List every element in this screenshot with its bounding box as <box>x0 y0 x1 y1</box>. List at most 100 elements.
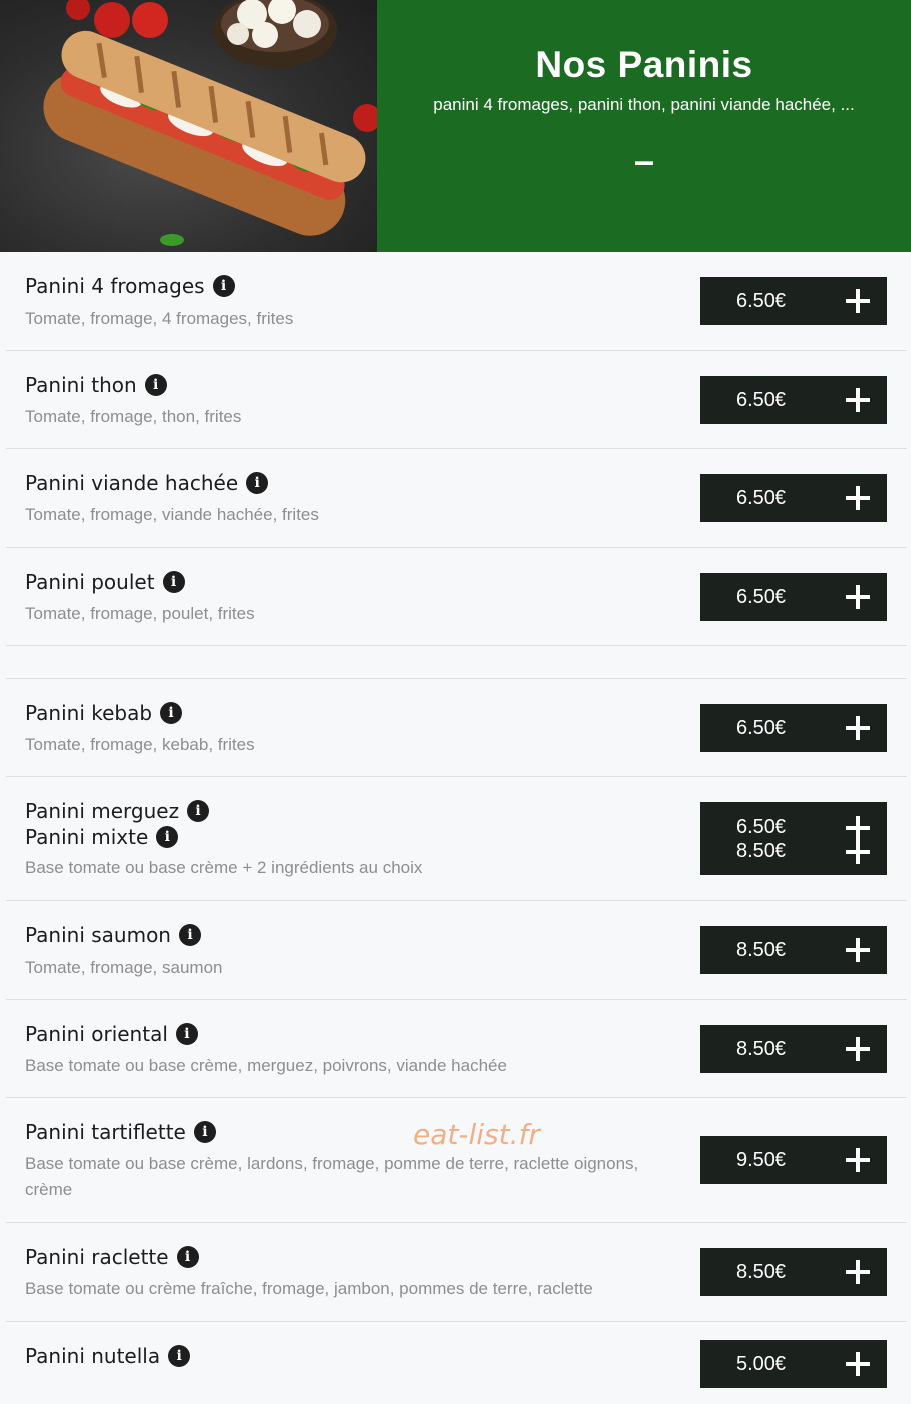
add-to-cart-button[interactable]: 6.50€ <box>700 704 887 752</box>
item-description: Tomate, fromage, kebab, frites <box>25 735 255 754</box>
info-icon[interactable]: i <box>212 275 235 297</box>
item-title: Panini viande hachée i <box>25 471 269 495</box>
item-name: Panini raclette <box>25 1245 169 1269</box>
plus-icon <box>846 1148 870 1172</box>
add-to-cart-button[interactable]: 6.50€ <box>700 277 887 325</box>
plus-icon <box>846 816 870 840</box>
menu-item: Panini 4 fromages i Tomate, fromage, 4 f… <box>6 252 907 351</box>
plus-icon <box>846 938 870 962</box>
category-banner: Nos Paninis panini 4 fromages, panini th… <box>377 0 911 252</box>
item-price: 6.50€ <box>736 289 787 312</box>
item-title: Panini oriental i <box>25 1022 198 1046</box>
info-icon[interactable]: i <box>179 924 201 946</box>
add-to-cart-button[interactable]: 6.50€ <box>700 573 887 621</box>
add-to-cart-button[interactable]: 6.50€ 8.50€ <box>700 802 887 875</box>
add-to-cart-button[interactable]: 8.50€ <box>700 926 887 974</box>
item-name: Panini viande hachée <box>25 471 239 495</box>
item-description: Base tomate ou base crème, merguez, poiv… <box>25 1056 507 1075</box>
add-to-cart-button[interactable]: 6.50€ <box>700 474 887 522</box>
category-title: Nos Paninis <box>535 44 753 85</box>
menu-item: Panini saumon i Tomate, fromage, saumon … <box>6 901 907 1000</box>
add-to-cart-button[interactable]: 8.50€ <box>700 1248 887 1296</box>
plus-icon <box>846 1037 870 1061</box>
item-description: Tomate, fromage, 4 fromages, frites <box>25 309 294 328</box>
item-name: Panini 4 fromages <box>25 274 205 298</box>
item-title: Panini poulet i <box>25 570 185 594</box>
item-price: 8.50€ <box>736 1260 787 1283</box>
plus-icon <box>846 585 870 609</box>
item-price: 8.50€ <box>736 1037 787 1060</box>
item-price: 6.50€ <box>736 486 787 509</box>
menu-item: Panini viande hachée i Tomate, fromage, … <box>6 449 907 548</box>
collapse-toggle[interactable]: – <box>377 140 911 182</box>
info-icon[interactable]: i <box>144 374 167 396</box>
menu-item: Panini thon i Tomate, fromage, thon, fri… <box>6 351 907 449</box>
section-spacer <box>6 646 907 679</box>
item-description: Base tomate ou crème fraîche, fromage, j… <box>25 1279 593 1298</box>
info-icon[interactable]: i <box>187 800 210 822</box>
item-price: 6.50€ <box>736 585 787 608</box>
item-title: Panini merguez i <box>25 799 210 823</box>
item-title: Panini tartiflette i <box>25 1120 216 1144</box>
item-name: Panini nutella <box>25 1344 161 1368</box>
item-price: 8.50€ <box>736 840 796 863</box>
info-icon[interactable]: i <box>160 702 183 724</box>
info-icon[interactable]: i <box>156 826 179 848</box>
item-description: Base tomate ou base crème + 2 ingrédient… <box>25 858 423 877</box>
plus-icon <box>846 1260 870 1284</box>
hero-image <box>0 0 377 252</box>
item-description: Tomate, fromage, viande hachée, frites <box>25 505 319 524</box>
item-name: Panini poulet <box>25 570 155 594</box>
item-price: 9.50€ <box>736 1148 787 1171</box>
add-to-cart-button[interactable]: 8.50€ <box>700 1025 887 1073</box>
menu-item: Panini oriental i Base tomate ou base cr… <box>6 1000 907 1098</box>
info-icon[interactable]: i <box>175 1023 198 1045</box>
item-name: Panini kebab <box>25 701 153 725</box>
item-price: 8.50€ <box>736 938 787 961</box>
item-name: Panini oriental <box>25 1022 168 1046</box>
watermark: eat-list.fr <box>413 1118 540 1151</box>
info-icon[interactable]: i <box>193 1121 216 1143</box>
menu-item: Panini merguez i Panini mixte i Base tom… <box>6 777 907 901</box>
add-to-cart-button[interactable]: 9.50€ <box>700 1136 887 1184</box>
item-name: Panini tartiflette <box>25 1120 186 1144</box>
item-title: Panini thon i <box>25 373 167 397</box>
info-icon[interactable]: i <box>162 571 185 593</box>
plus-icon <box>846 289 870 313</box>
item-price: 6.50€ <box>736 388 787 411</box>
plus-icon <box>846 716 870 740</box>
item-description: Base tomate ou base crème, lardons, from… <box>25 1154 639 1199</box>
menu-item: Panini kebab i Tomate, fromage, kebab, f… <box>6 679 907 777</box>
item-title: Panini nutella i <box>25 1344 191 1368</box>
item-name: Panini thon <box>25 373 137 397</box>
plus-icon <box>846 388 870 412</box>
item-title: Panini raclette i <box>25 1245 199 1269</box>
menu-item: Panini poulet i Tomate, fromage, poulet,… <box>6 548 907 646</box>
info-icon[interactable]: i <box>246 472 269 494</box>
info-icon[interactable]: i <box>168 1345 191 1367</box>
menu-item: Panini tartiflette i Base tomate ou base… <box>6 1098 907 1223</box>
item-title: Panini kebab i <box>25 701 183 725</box>
item-price: 6.50€ <box>736 716 787 739</box>
plus-icon <box>846 840 870 864</box>
menu-item: Panini nutella i 5.00€ <box>6 1322 907 1404</box>
item-description: Tomate, fromage, thon, frites <box>25 407 242 426</box>
category-subtitle: panini 4 fromages, panini thon, panini v… <box>433 95 855 114</box>
plus-icon <box>846 486 870 510</box>
category-header: Nos Paninis panini 4 fromages, panini th… <box>0 0 911 252</box>
info-icon[interactable]: i <box>176 1246 199 1268</box>
item-name: Panini saumon <box>25 923 171 947</box>
plus-icon <box>846 1352 870 1376</box>
item-name: Panini merguez <box>25 799 180 823</box>
item-price: 5.00€ <box>736 1352 787 1375</box>
item-title: Panini 4 fromages i <box>25 274 235 298</box>
add-to-cart-button[interactable]: 5.00€ <box>700 1340 887 1388</box>
menu-item: Panini raclette i Base tomate ou crème f… <box>6 1223 907 1322</box>
item-name: Panini mixte <box>25 825 149 849</box>
item-description: Tomate, fromage, saumon <box>25 958 223 977</box>
item-title: Panini mixte i <box>25 825 179 849</box>
item-description: Tomate, fromage, poulet, frites <box>25 604 255 623</box>
add-to-cart-button[interactable]: 6.50€ <box>700 376 887 424</box>
item-title: Panini saumon i <box>25 923 201 947</box>
item-price: 6.50€ <box>736 816 787 838</box>
